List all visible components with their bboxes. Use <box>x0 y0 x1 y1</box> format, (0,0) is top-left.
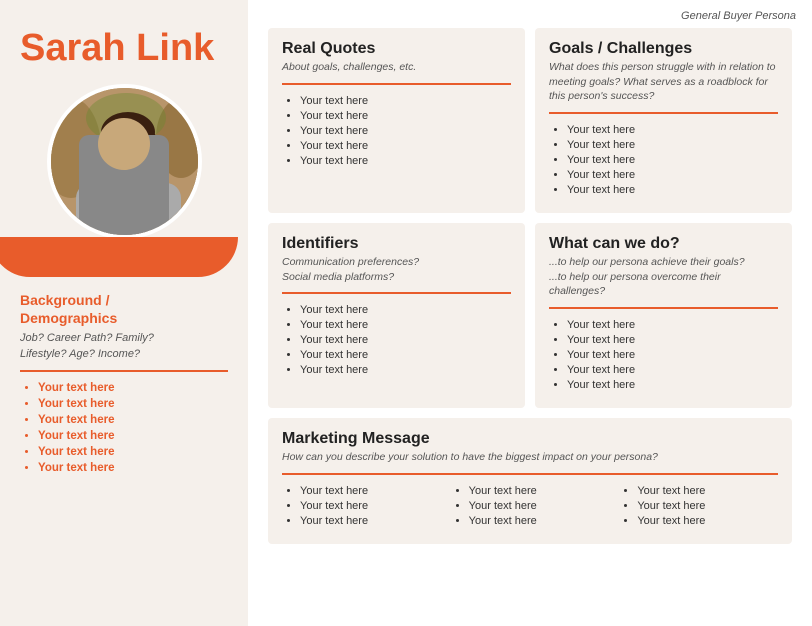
identifiers-subtitle: Communication preferences? Social media … <box>282 255 511 284</box>
background-subtitle: Job? Career Path? Family? Lifestyle? Age… <box>20 331 228 362</box>
list-item: Your text here <box>469 485 610 497</box>
background-section: Background / Demographics Job? Career Pa… <box>20 291 228 478</box>
list-item: Your text here <box>300 95 511 107</box>
list-item: Your text here <box>38 462 228 474</box>
list-item: Your text here <box>38 398 228 410</box>
real-quotes-list: Your text here Your text here Your text … <box>282 95 511 167</box>
goals-list: Your text here Your text here Your text … <box>549 124 778 196</box>
list-item: Your text here <box>469 500 610 512</box>
what-can-we-do-divider <box>549 307 778 309</box>
avatar-svg: UCLA <box>51 88 198 235</box>
goals-section: Goals / Challenges What does this person… <box>535 28 792 213</box>
list-item: Your text here <box>300 485 441 497</box>
marketing-subtitle: How can you describe your solution to ha… <box>282 450 778 465</box>
real-quotes-section: Real Quotes About goals, challenges, etc… <box>268 28 525 213</box>
list-item: Your text here <box>300 140 511 152</box>
page: General Buyer Persona Sarah Link <box>0 0 812 626</box>
real-quotes-title: Real Quotes <box>282 40 511 58</box>
goals-divider <box>549 112 778 114</box>
list-item: Your text here <box>300 515 441 527</box>
list-item: Your text here <box>567 319 778 331</box>
list-item: Your text here <box>567 169 778 181</box>
list-item: Your text here <box>300 319 511 331</box>
marketing-col1: Your text here Your text here Your text … <box>282 485 441 530</box>
marketing-col3: Your text here Your text here Your text … <box>619 485 778 530</box>
list-item: Your text here <box>567 124 778 136</box>
list-item: Your text here <box>300 364 511 376</box>
marketing-grid: Your text here Your text here Your text … <box>282 485 778 530</box>
marketing-col2: Your text here Your text here Your text … <box>451 485 610 530</box>
marketing-section: Marketing Message How can you describe y… <box>268 418 792 544</box>
real-quotes-subtitle: About goals, challenges, etc. <box>282 60 511 75</box>
list-item: Your text here <box>637 515 778 527</box>
what-can-we-do-section: What can we do? ...to help our persona a… <box>535 223 792 408</box>
list-item: Your text here <box>567 139 778 151</box>
marketing-title: Marketing Message <box>282 430 778 448</box>
identifiers-section: Identifiers Communication preferences? S… <box>268 223 525 408</box>
list-item: Your text here <box>300 110 511 122</box>
avatar-placeholder: UCLA <box>51 88 198 235</box>
what-can-we-do-title: What can we do? <box>549 235 778 253</box>
semicircle-divider <box>0 237 238 277</box>
identifiers-list: Your text here Your text here Your text … <box>282 304 511 376</box>
list-item: Your text here <box>567 349 778 361</box>
what-can-we-do-list: Your text here Your text here Your text … <box>549 319 778 391</box>
list-item: Your text here <box>300 155 511 167</box>
identifiers-divider <box>282 292 511 294</box>
background-list: Your text here Your text here Your text … <box>20 382 228 474</box>
marketing-divider <box>282 473 778 475</box>
list-item: Your text here <box>38 382 228 394</box>
goals-title: Goals / Challenges <box>549 40 778 58</box>
list-item: Your text here <box>38 446 228 458</box>
list-item: Your text here <box>300 125 511 137</box>
list-item: Your text here <box>567 334 778 346</box>
what-can-we-do-subtitle: ...to help our persona achieve their goa… <box>549 255 778 299</box>
list-item: Your text here <box>469 515 610 527</box>
list-item: Your text here <box>300 500 441 512</box>
background-title: Background / Demographics <box>20 291 228 327</box>
list-item: Your text here <box>38 414 228 426</box>
sidebar: Sarah Link UCLA <box>0 0 248 626</box>
avatar: UCLA <box>47 84 202 239</box>
list-item: Your text here <box>300 349 511 361</box>
list-item: Your text here <box>637 485 778 497</box>
list-item: Your text here <box>567 364 778 376</box>
list-item: Your text here <box>637 500 778 512</box>
background-divider <box>20 370 228 372</box>
list-item: Your text here <box>38 430 228 442</box>
goals-subtitle: What does this person struggle with in r… <box>549 60 778 104</box>
list-item: Your text here <box>300 304 511 316</box>
identifiers-title: Identifiers <box>282 235 511 253</box>
list-item: Your text here <box>567 154 778 166</box>
avatar-figure: UCLA <box>51 88 198 235</box>
list-item: Your text here <box>300 334 511 346</box>
svg-text:UCLA: UCLA <box>112 209 143 221</box>
persona-name: Sarah Link <box>20 28 228 70</box>
list-item: Your text here <box>567 184 778 196</box>
real-quotes-divider <box>282 83 511 85</box>
list-item: Your text here <box>567 379 778 391</box>
general-label: General Buyer Persona <box>681 10 796 22</box>
main-content: Real Quotes About goals, challenges, etc… <box>248 0 812 626</box>
